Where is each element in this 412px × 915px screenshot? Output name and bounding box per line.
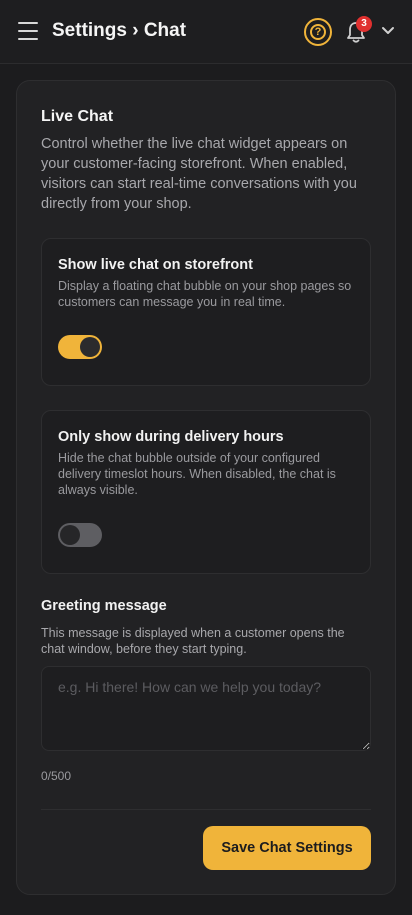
divider [41,809,371,810]
option-description: Hide the chat bubble outside of your con… [58,451,336,497]
option-title: Show live chat on storefront [58,257,253,273]
hamburger-menu-icon[interactable] [18,22,38,40]
greeting-description: This message is displayed when a custome… [41,626,345,656]
greeting-label: Greeting message [41,598,167,614]
toggle-knob [80,337,100,357]
save-chat-settings-button[interactable]: Save Chat Settings [203,826,371,870]
chevron-down-icon[interactable] [381,26,395,36]
toggle-knob [60,525,80,545]
option-show-live-chat: Show live chat on storefront Display a f… [41,238,371,386]
notification-badge: 3 [356,16,372,32]
live-chat-card: Live Chat Control whether the live chat … [16,80,396,895]
page-title: Settings › Chat [52,20,187,41]
section-title: Live Chat [41,108,114,125]
option-description: Display a floating chat bubble on your s… [58,279,352,309]
greeting-message-input[interactable] [41,666,371,751]
character-counter: 0/500 [41,769,72,783]
option-title: Only show during delivery hours [58,429,284,445]
help-circle-icon[interactable]: ? [304,18,332,46]
option-delivery-hours: Only show during delivery hours Hide the… [41,410,371,574]
delivery-hours-toggle[interactable] [58,523,102,547]
show-live-chat-toggle[interactable] [58,335,102,359]
section-description: Control whether the live chat widget app… [41,136,357,212]
help-glyph: ? [310,24,326,40]
top-bar: Settings › Chat ? 3 [0,0,412,64]
